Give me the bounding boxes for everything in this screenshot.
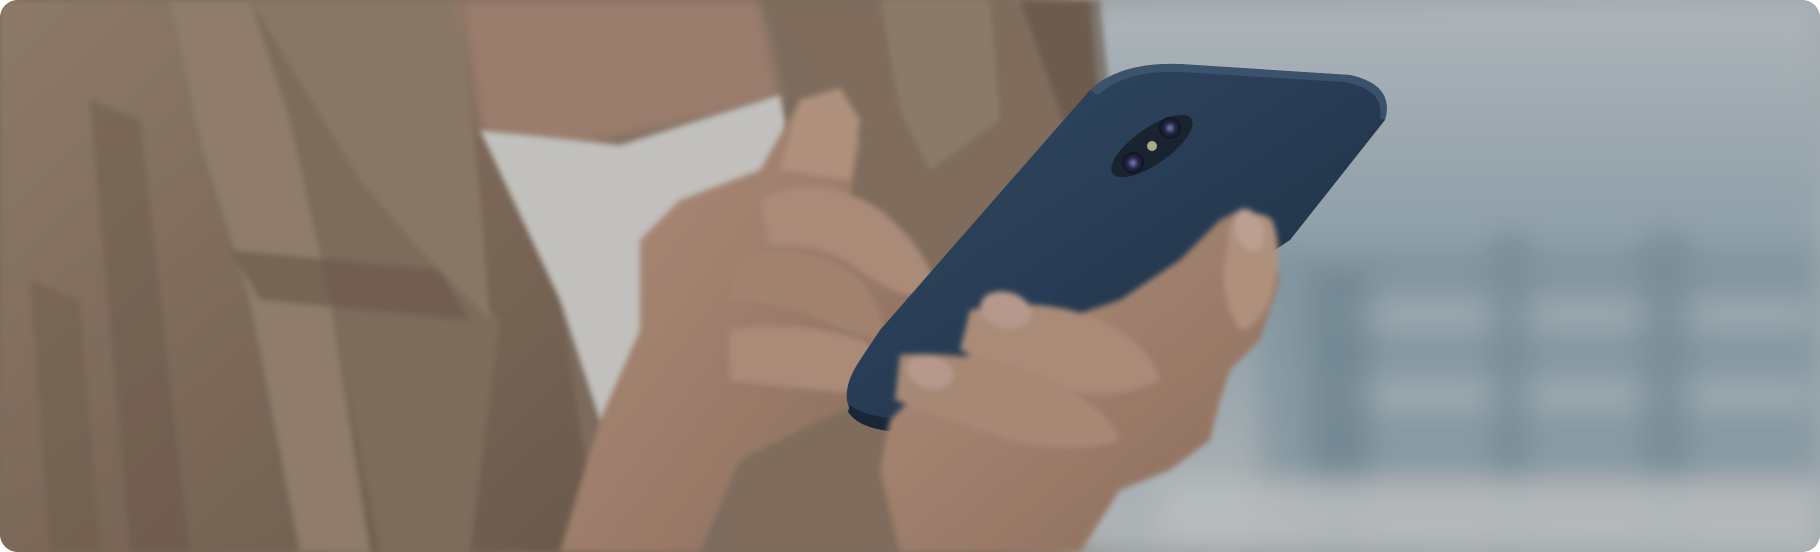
image-overlay xyxy=(0,0,1820,552)
hero-banner xyxy=(0,0,1820,552)
hero-photo xyxy=(0,0,1820,552)
